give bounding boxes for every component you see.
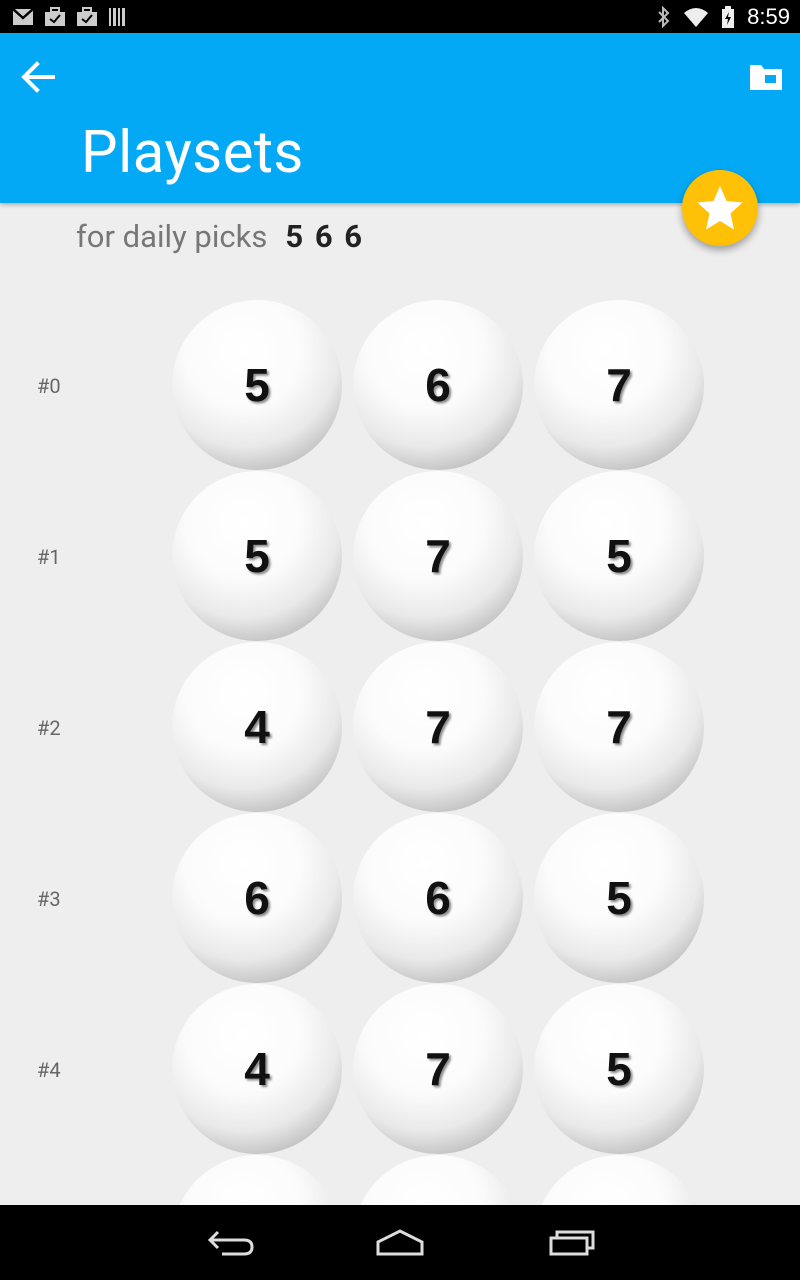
nav-home-button[interactable] [370,1223,430,1263]
lottery-ball[interactable]: 6 [353,300,523,470]
playset-index: #4 [37,1058,61,1082]
playset-index: #0 [37,374,61,398]
playset-index: #2 [37,716,61,740]
playset-row[interactable]: #1 5 7 5 [0,471,800,642]
gmail-icon [12,8,34,25]
playset-row[interactable]: #4 4 7 5 [0,984,800,1155]
subtitle: for daily picks 5 6 6 [76,218,364,255]
barcode-icon [109,8,125,26]
lottery-ball[interactable]: 7 [353,471,523,641]
lottery-ball[interactable]: 5 [172,300,342,470]
lottery-ball[interactable]: 7 [353,984,523,1154]
ball-number: 7 [606,701,632,753]
lottery-ball[interactable]: 5 [172,471,342,641]
lottery-ball[interactable] [534,1155,704,1205]
lottery-ball[interactable]: 4 [172,984,342,1154]
lottery-ball[interactable] [353,1155,523,1205]
ball-number: 5 [244,359,270,411]
back-icon [207,1230,254,1256]
playset-index: #3 [37,887,61,911]
star-icon [697,186,743,230]
ball-number: 7 [425,1043,451,1095]
wifi-icon [684,8,709,27]
playset-row[interactable]: #3 6 6 5 [0,813,800,984]
lottery-ball[interactable] [172,1155,342,1205]
briefcase-check-icon [45,7,65,26]
system-nav-bar [0,1205,800,1280]
nav-back-button[interactable] [200,1223,260,1263]
ball-number: 5 [244,530,270,582]
playset-row[interactable]: #0 5 6 7 [0,300,800,471]
home-icon [376,1229,424,1256]
lottery-ball[interactable]: 7 [534,300,704,470]
ball-number: 7 [606,359,632,411]
clock: 8:59 [747,4,790,29]
status-bar: 8:59 [0,0,800,33]
bluetooth-icon [658,6,670,28]
ball-number: 6 [425,359,451,411]
arrow-left-icon [21,61,55,93]
lottery-ball[interactable]: 4 [172,642,342,812]
lottery-ball[interactable]: 5 [534,813,704,983]
lottery-ball[interactable]: 5 [534,984,704,1154]
recents-icon [549,1230,595,1256]
app-bar: Playsets [0,33,800,203]
briefcase-check-icon [77,7,97,26]
nav-recents-button[interactable] [542,1223,602,1263]
ball-number: 7 [425,701,451,753]
playsets-folder-button[interactable] [746,57,786,97]
folder-icon [750,65,782,90]
battery-charging-icon [722,6,735,28]
daily-picks-value: 5 6 6 [285,218,365,255]
ball-number: 6 [244,872,270,924]
ball-number: 6 [425,872,451,924]
lottery-ball[interactable]: 6 [353,813,523,983]
lottery-ball[interactable]: 6 [172,813,342,983]
playset-index: #1 [37,545,61,569]
ball-number: 5 [606,1043,632,1095]
ball-number: 4 [244,1043,270,1095]
ball-number: 5 [606,530,632,582]
ball-number: 4 [244,701,270,753]
lottery-ball[interactable]: 5 [534,471,704,641]
ball-number: 7 [425,530,451,582]
lottery-ball[interactable]: 7 [353,642,523,812]
subtitle-label: for daily picks [76,218,268,255]
playset-list: #0 5 6 7 #1 5 7 5 #2 4 7 7 #3 6 6 5 #4 4… [0,300,800,1205]
ball-number: 5 [606,872,632,924]
page-title: Playsets [81,119,304,187]
playset-row[interactable]: #2 4 7 7 [0,642,800,813]
favorite-fab-button[interactable] [682,170,758,246]
lottery-ball[interactable]: 7 [534,642,704,812]
back-button[interactable] [18,57,58,97]
playset-row[interactable] [0,1155,800,1205]
